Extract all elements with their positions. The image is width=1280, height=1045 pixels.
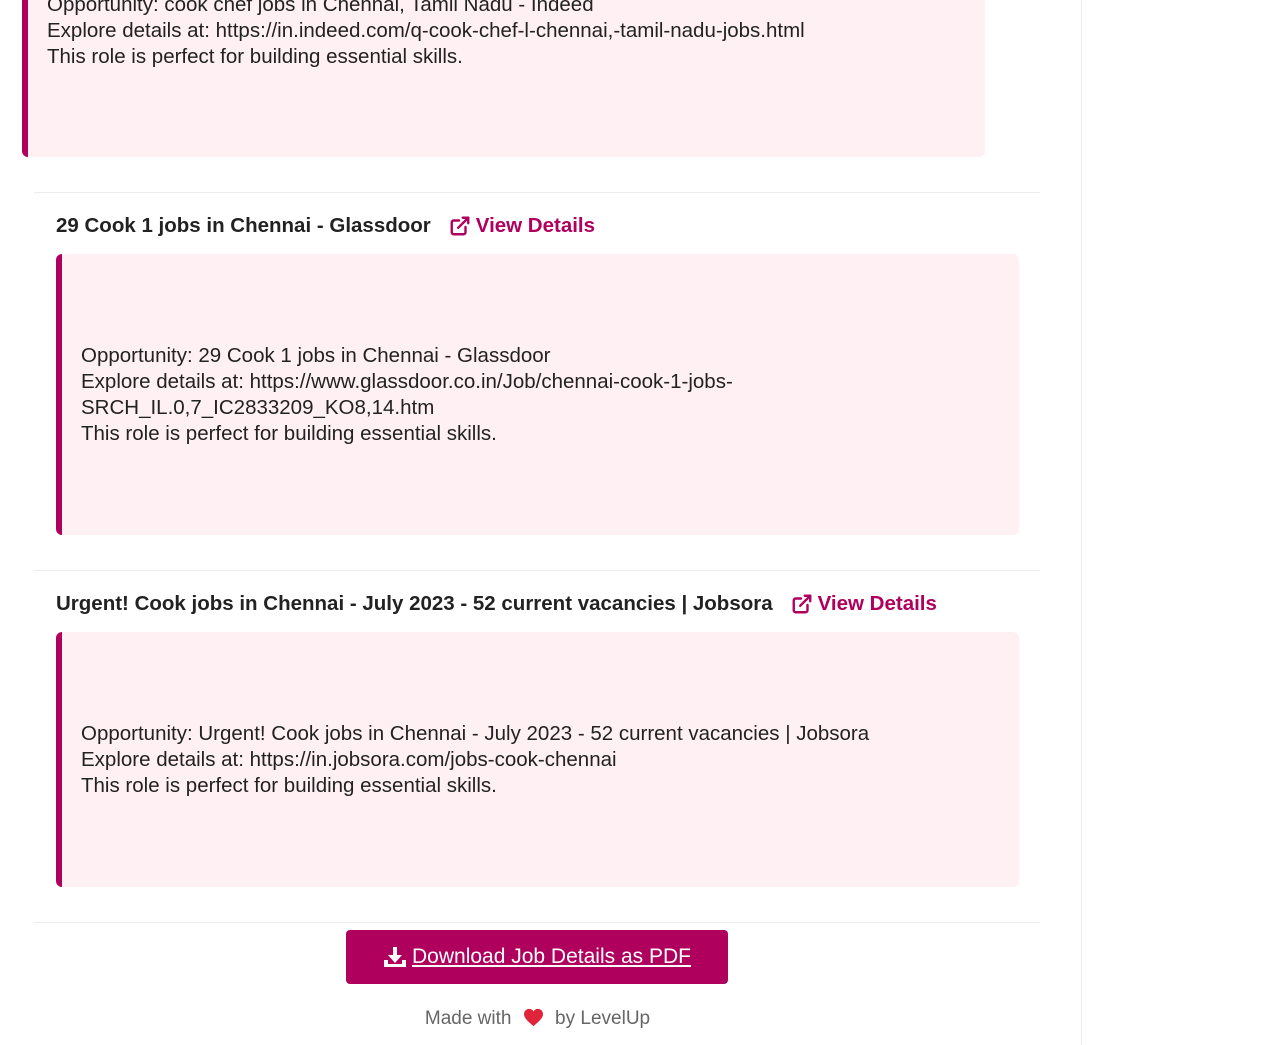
job-header: Urgent! Cook jobs in Chennai - July 2023… — [56, 592, 937, 616]
job-description-box: Opportunity: Urgent! Cook jobs in Chenna… — [56, 632, 1019, 887]
job-divider — [34, 570, 1040, 571]
external-link-icon — [792, 594, 812, 614]
download-pdf-button[interactable]: Download Job Details as PDF — [346, 930, 728, 984]
view-details-link[interactable]: View Details — [791, 592, 937, 616]
job-description-line: Explore details at: https://www.glassdoo… — [81, 370, 733, 393]
job-description-line: Explore details at: https://in.jobsora.c… — [81, 748, 617, 771]
job-title: 29 Cook 1 jobs in Chennai - Glassdoor — [56, 214, 431, 237]
job-divider — [34, 922, 1040, 923]
job-description-line: Opportunity: 29 Cook 1 jobs in Chennai -… — [81, 344, 551, 367]
heart-icon — [523, 1008, 544, 1033]
view-details-link[interactable]: View Details — [449, 214, 595, 238]
job-description-box: Opportunity: cook chef jobs in Chennai, … — [22, 0, 985, 157]
page: Opportunity: cook chef jobs in Chennai, … — [0, 0, 1280, 1045]
sidebar-divider — [1081, 0, 1082, 1045]
job-description-box: Opportunity: 29 Cook 1 jobs in Chennai -… — [56, 254, 1019, 535]
job-header: 29 Cook 1 jobs in Chennai - Glassdoor Vi… — [56, 214, 595, 238]
job-title: Urgent! Cook jobs in Chennai - July 2023… — [56, 592, 773, 615]
job-description-line: This role is perfect for building essent… — [81, 422, 497, 445]
job-description-text: Opportunity: Urgent! Cook jobs in Chenna… — [81, 721, 869, 799]
download-icon — [384, 947, 407, 967]
job-description-text: Opportunity: cook chef jobs in Chennai, … — [47, 0, 805, 70]
job-description-line: SRCH_IL.0,7_IC2833209_KO8,14.htm — [81, 396, 435, 419]
view-details-label: View Details — [817, 592, 937, 615]
job-description-line: Opportunity: Urgent! Cook jobs in Chenna… — [81, 722, 870, 745]
footer-by: by LevelUp — [555, 1008, 651, 1029]
job-description-line: This role is perfect for building essent… — [47, 45, 463, 68]
footer-made-with: Made with — [424, 1008, 512, 1029]
download-pdf-label: Download Job Details as PDF — [412, 945, 691, 968]
job-description-line: Opportunity: cook chef jobs in Chennai, … — [47, 0, 594, 16]
job-divider — [34, 192, 1040, 193]
view-details-label: View Details — [475, 214, 596, 237]
footer: Made with by LevelUp — [0, 1008, 1075, 1033]
job-description-text: Opportunity: 29 Cook 1 jobs in Chennai -… — [81, 343, 733, 447]
job-description-line: This role is perfect for building essent… — [81, 774, 497, 797]
job-description-line: Explore details at: https://in.indeed.co… — [47, 19, 805, 42]
external-link-icon — [450, 216, 470, 236]
